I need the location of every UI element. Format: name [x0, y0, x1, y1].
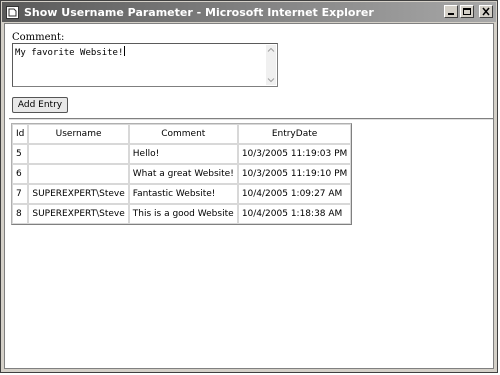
- cell-username: [28, 164, 129, 184]
- header-comment: Comment: [128, 124, 238, 144]
- table-row: 7 SUPEREXPERT\Steve Fantastic Website! 1…: [12, 184, 352, 204]
- comment-textarea[interactable]: My favorite Website!: [12, 43, 278, 87]
- minimize-button[interactable]: [444, 5, 458, 18]
- browser-window: Show Username Parameter - Microsoft Inte…: [0, 0, 498, 373]
- maximize-button[interactable]: [460, 5, 474, 18]
- comment-text: My favorite Website!: [15, 46, 126, 58]
- table-row: 8 SUPEREXPERT\Steve This is a good Websi…: [12, 204, 352, 224]
- cell-comment: Hello!: [128, 144, 238, 164]
- cell-entrydate: 10/4/2005 1:09:27 AM: [237, 184, 352, 204]
- cell-comment: This is a good Website: [128, 204, 238, 224]
- scroll-up-arrow-icon[interactable]: [266, 45, 276, 55]
- table-header-row: Id Username Comment EntryDate: [12, 124, 352, 144]
- cell-username: [28, 144, 129, 164]
- table-row: 6 What a great Website! 10/3/2005 11:19:…: [12, 164, 352, 184]
- close-icon: [482, 7, 490, 16]
- cell-entrydate: 10/4/2005 1:18:38 AM: [237, 204, 352, 224]
- horizontal-rule: [9, 118, 493, 120]
- cell-comment: Fantastic Website!: [128, 184, 238, 204]
- cell-id: 8: [12, 204, 29, 224]
- window-title: Show Username Parameter - Microsoft Inte…: [24, 5, 374, 19]
- header-id: Id: [12, 124, 29, 144]
- cell-id: 7: [12, 184, 29, 204]
- title-bar[interactable]: Show Username Parameter - Microsoft Inte…: [2, 2, 496, 22]
- cell-id: 5: [12, 144, 29, 164]
- add-entry-button[interactable]: Add Entry: [12, 97, 68, 113]
- scroll-down-arrow-icon[interactable]: [266, 75, 276, 85]
- cell-id: 6: [12, 164, 29, 184]
- cell-entrydate: 10/3/2005 11:19:10 PM: [237, 164, 352, 184]
- window-controls: [444, 5, 493, 18]
- header-entrydate: EntryDate: [237, 124, 352, 144]
- table-row: 5 Hello! 10/3/2005 11:19:03 PM: [12, 144, 352, 164]
- entries-table: Id Username Comment EntryDate 5 Hello! 1…: [11, 123, 353, 225]
- cell-entrydate: 10/3/2005 11:19:03 PM: [237, 144, 352, 164]
- textarea-scrollbar[interactable]: [266, 45, 276, 85]
- close-button[interactable]: [479, 5, 493, 18]
- page-content: Comment: My favorite Website! Add Entry …: [4, 23, 494, 369]
- cell-username: SUPEREXPERT\Steve: [28, 184, 129, 204]
- header-username: Username: [28, 124, 129, 144]
- maximize-icon: [463, 8, 471, 15]
- cell-comment: What a great Website!: [128, 164, 238, 184]
- ie-page-icon: [6, 5, 19, 19]
- text-caret: [124, 46, 126, 56]
- minimize-icon: [448, 13, 454, 15]
- cell-username: SUPEREXPERT\Steve: [28, 204, 129, 224]
- comment-label: Comment:: [12, 32, 65, 43]
- comment-value: My favorite Website!: [15, 48, 124, 58]
